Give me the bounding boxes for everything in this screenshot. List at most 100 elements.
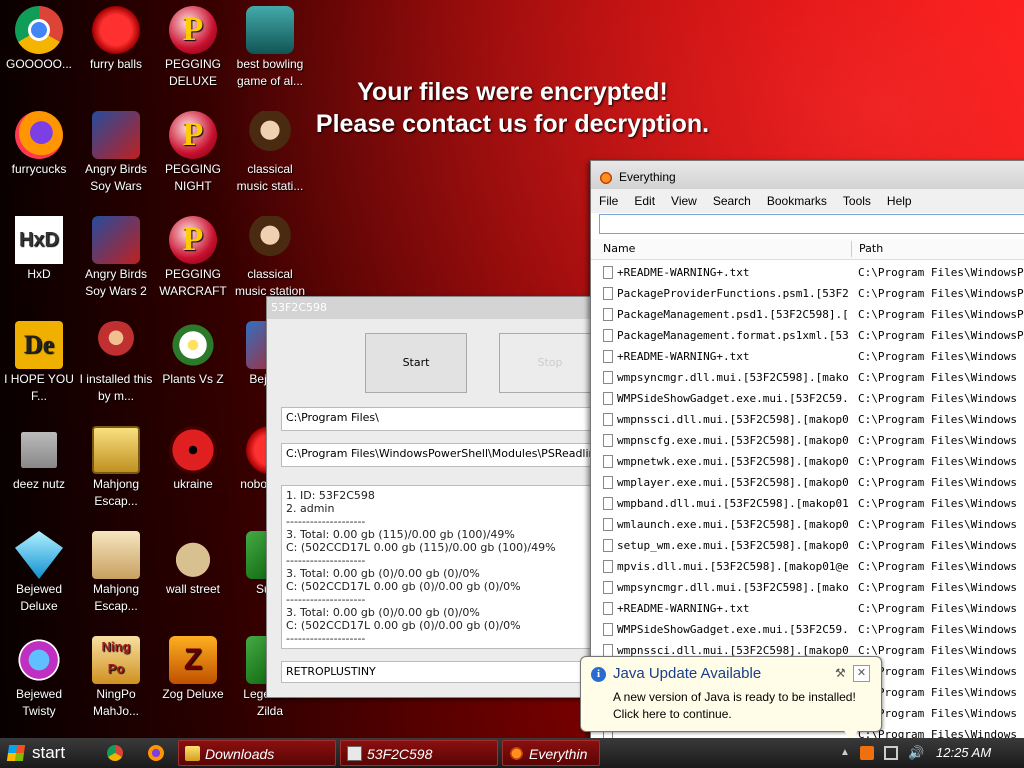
everything-titlebar[interactable]: Everything [591,161,1024,189]
row-path: C:\Program Files\WindowsPowe [858,329,1024,342]
file-icon [603,602,613,615]
close-icon[interactable]: ✕ [853,665,870,682]
table-row[interactable]: wmpnscfg.exe.mui.[53F2C598].[makop01... C… [591,430,1024,451]
desktop-icon[interactable]: Bejewed Twisty [0,630,78,720]
desktop-icon[interactable]: ukraine [154,420,232,493]
java-tray-icon[interactable] [860,746,874,760]
file-icon [603,392,613,405]
table-row[interactable]: mpvis.dll.mui.[53F2C598].[makop01@exa...… [591,556,1024,577]
desktop-icon[interactable]: furry balls [77,0,155,73]
table-row[interactable]: wmpsyncmgr.dll.mui.[53F2C598].[makop0...… [591,367,1024,388]
search-input[interactable] [600,215,1024,233]
network-icon[interactable] [884,746,898,760]
table-row[interactable]: PackageManagement.psd1.[53F2C598].[m... C… [591,304,1024,325]
desktop-icon[interactable]: classical music stati... [231,105,309,195]
table-row[interactable]: wmlaunch.exe.mui.[53F2C598].[makop01... C… [591,514,1024,535]
desktop-icon[interactable]: deez nutz [0,420,78,493]
desktop-icon[interactable]: classical music station [231,210,309,300]
desktop-icon-label: Bejewed Twisty [15,687,63,718]
desktop-icon[interactable]: Bejewed Deluxe [0,525,78,615]
stop-button[interactable]: Stop [499,333,601,393]
task-everything[interactable]: Everythin [502,740,600,766]
table-row[interactable]: PackageProviderFunctions.psm1.[53F2C5...… [591,283,1024,304]
file-icon [603,371,613,384]
java-update-balloon[interactable]: i Java Update Available ⚒ ✕ A new versio… [580,656,882,741]
desktop-icon[interactable]: P PEGGING NIGHT [154,105,232,195]
desktop-icon[interactable]: Mahjong Escap... [77,525,155,615]
column-name-header[interactable]: Name [603,239,635,259]
desktop-icon[interactable]: Plants Vs Z [154,315,232,388]
table-row[interactable]: setup_wm.exe.mui.[53F2C598].[makop01... C… [591,535,1024,556]
row-path: C:\Program Files\Windows Me [858,581,1024,594]
desktop-icon[interactable]: Mahjong Escap... [77,420,155,510]
desktop-icon[interactable]: Angry Birds Soy Wars 2 [77,210,155,300]
balloon-body[interactable]: A new version of Java is ready to be ins… [613,689,873,723]
tray-expand-icon[interactable]: ▲ [840,746,854,760]
menu-tools[interactable]: Tools [835,189,879,213]
clock[interactable]: 12:25 AM [936,738,991,768]
volume-icon[interactable]: 🔊 [908,746,924,760]
pegging-p-icon: P [169,6,217,54]
file-icon [603,623,613,636]
running-kid-icon [92,321,140,369]
menu-file[interactable]: File [591,189,626,213]
firefox-icon[interactable] [148,745,164,761]
start-button-taskbar[interactable]: start [0,738,92,768]
row-path: C:\Program Files\WindowsPowe [858,308,1024,321]
classical-portrait-icon [246,111,294,159]
row-path: C:\Program Files\Windows Me [858,644,1024,657]
task-53f2c598[interactable]: 53F2C598 [340,740,498,766]
system-tray: ▲ 🔊 12:25 AM [838,738,1024,768]
row-filename: PackageProviderFunctions.psm1.[53F2C5... [617,287,849,300]
row-path: C:\Program Files\WindowsPowe [858,287,1024,300]
wrench-icon[interactable]: ⚒ [835,666,846,680]
table-row[interactable]: PackageManagement.format.ps1xml.[53F... C… [591,325,1024,346]
desktop-icon[interactable]: De I HOPE YOU F... [0,315,78,405]
search-box[interactable] [599,214,1024,234]
ransom-window[interactable]: 53F2C598 Start Stop C:\Program Files\ C:… [266,296,601,698]
desktop-icon[interactable]: I installed this by m... [77,315,155,405]
table-row[interactable]: +README-WARNING+.txt C:\Program Files\Win… [591,598,1024,619]
table-row[interactable]: wmpnetwk.exe.mui.[53F2C598].[makop01... C… [591,451,1024,472]
task-downloads[interactable]: Downloads [178,740,336,766]
desktop-icon[interactable]: furrycucks [0,105,78,178]
table-row[interactable]: WMPSideShowGadget.exe.mui.[53F2C59... C:\… [591,619,1024,640]
desktop-icon[interactable]: Z Zog Deluxe [154,630,232,703]
row-filename: wmpnssci.dll.mui.[53F2C598].[makop01@... [617,413,849,426]
info-icon: i [591,667,606,682]
folder-icon [185,746,200,761]
row-filename: wmpband.dll.mui.[53F2C598].[makop01@e... [617,497,849,510]
balloon-body-line2: Click here to continue. [613,707,732,721]
table-row[interactable]: +README-WARNING+.txt C:\Program Files\Win… [591,262,1024,283]
table-row[interactable]: +README-WARNING+.txt C:\Program Files\Win… [591,346,1024,367]
desktop-icon[interactable]: Angry Birds Soy Wars [77,105,155,195]
table-row[interactable]: wmpband.dll.mui.[53F2C598].[makop01@e...… [591,493,1024,514]
column-separator[interactable] [851,241,852,257]
table-row[interactable]: wmpnssci.dll.mui.[53F2C598].[makop01@...… [591,409,1024,430]
task-everything-label: Everythin [529,746,588,762]
ransom-window-titlebar[interactable]: 53F2C598 [267,297,597,319]
desktop-icon[interactable]: wall street [154,525,232,598]
menu-help[interactable]: Help [879,189,920,213]
desktop-icon-label: furry balls [89,57,142,71]
table-row[interactable]: wmpsyncmgr.dll.mui.[53F2C598].[makop0...… [591,577,1024,598]
desktop-icon[interactable]: P PEGGING DELUXE [154,0,232,90]
start-button[interactable]: Start [365,333,467,393]
row-path: C:\Program Files\Windows Me [858,497,1024,510]
menu-search[interactable]: Search [705,189,759,213]
column-path-header[interactable]: Path [859,239,883,259]
desktop-icon[interactable]: Ning Po NingPo MahJo... [77,630,155,720]
menu-edit[interactable]: Edit [626,189,663,213]
menu-view[interactable]: View [663,189,705,213]
row-path: C:\Program Files\Windows Me [858,602,1024,615]
table-row[interactable]: wmplayer.exe.mui.[53F2C598].[makop01... C… [591,472,1024,493]
menu-bookmarks[interactable]: Bookmarks [759,189,835,213]
desktop-icon[interactable]: best bowling game of al... [231,0,309,90]
file-icon [603,518,613,531]
desktop-icon[interactable]: P PEGGING WARCRAFT [154,210,232,300]
table-row[interactable]: WMPSideShowGadget.exe.mui.[53F2C59... C:\… [591,388,1024,409]
desktop-icon[interactable]: GOOOOO... [0,0,78,73]
desktop-icon[interactable]: HxD HxD [0,210,78,283]
row-path: C:\Program Files\Windows Me [858,434,1024,447]
chrome-icon[interactable] [107,745,123,761]
